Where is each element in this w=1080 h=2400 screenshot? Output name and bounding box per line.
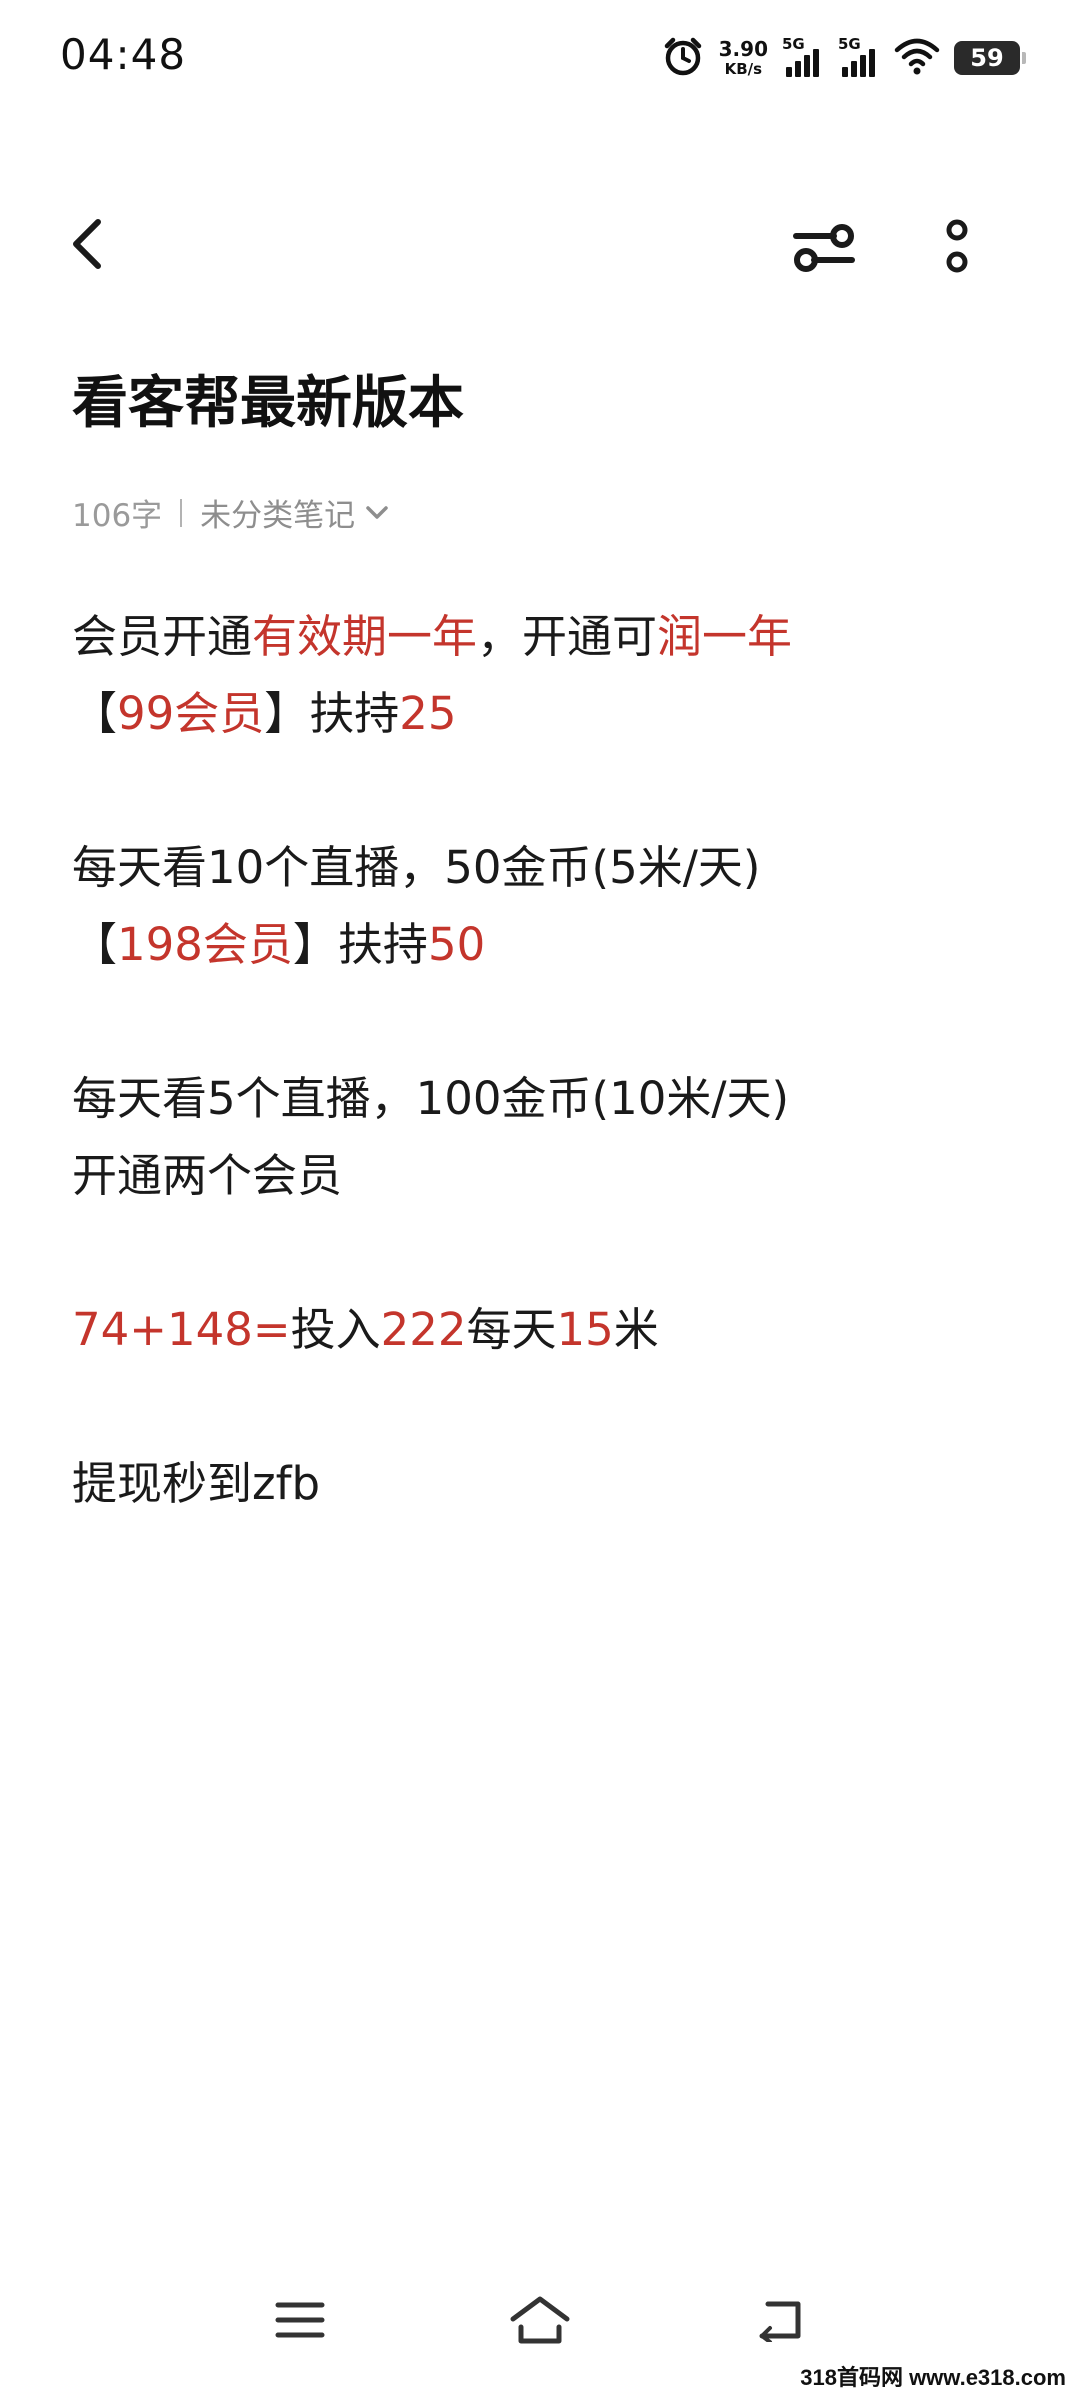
wifi-icon [894,36,940,80]
recent-apps-button[interactable] [250,2270,350,2370]
text-segment: 【 [72,687,118,740]
body-line: 每天看10个直播，50金币(5米/天) [72,829,1012,906]
signal-icon-2: 5G [838,35,880,81]
home-icon [510,2296,570,2344]
text-segment: 米 [613,1303,659,1356]
text-segment: 每天 [466,1303,557,1356]
system-nav-bar [0,2270,1080,2370]
highlight-segment: 润一年 [657,610,793,663]
highlight-segment: 25 [399,687,457,740]
battery-level: 59 [970,44,1004,72]
note-meta: 106字 未分类笔记 [72,490,389,535]
note-body[interactable]: 会员开通有效期一年，开通可润一年 【99会员】扶持25 每天看10个直播，50金… [72,598,1012,1522]
alarm-icon [661,34,705,82]
text-segment: 】扶持 [264,687,400,740]
note-title[interactable]: 看客帮最新版本 [72,370,464,437]
body-line: 会员开通有效期一年，开通可润一年 [72,598,1012,675]
text-segment: 每天看5个直播，100金币(10米/天) [72,1072,790,1125]
network-speed-unit: KB/s [724,60,763,78]
more-vertical-icon [946,219,968,273]
status-bar: 04:48 3.90 KB/s 5G 5G 59 [0,0,1080,110]
battery-icon: 59 [954,41,1026,75]
body-line: 【198会员】扶持50 [72,906,1012,983]
menu-icon [275,2302,325,2338]
network-speed-value: 3.90 [718,37,768,61]
signal-icon: 5G [782,35,824,81]
text-segment: 提现秒到zfb [72,1457,321,1510]
watermark: 318首码网 www.e318.com [800,2365,1066,2390]
back-nav-button[interactable] [730,2270,830,2370]
meta-divider [180,498,183,527]
home-button[interactable] [490,2270,590,2370]
category-dropdown[interactable]: 未分类笔记 [200,490,389,535]
body-line: 提现秒到zfb [72,1445,1012,1522]
status-icons: 3.90 KB/s 5G 5G 59 [661,30,1026,86]
text-segment: 开通两个会员 [72,1149,343,1202]
note-toolbar [0,190,1080,300]
body-line: 74+148=投入222每天15米 [72,1291,1012,1368]
highlight-segment: 50 [427,918,486,971]
text-segment: 【 [72,918,118,971]
highlight-segment: 99会员 [117,687,265,740]
highlight-segment: 有效期一年 [252,610,478,663]
back-button[interactable] [56,212,120,276]
text-format-button[interactable] [788,212,860,284]
category-label: 未分类笔记 [200,498,356,534]
word-count: 106字 [72,498,163,534]
body-line: 每天看5个直播，100金币(10米/天) [72,1060,1012,1137]
network-speed: 3.90 KB/s [719,39,768,77]
back-icon [759,2301,801,2342]
highlight-segment: 198会员 [117,918,293,971]
chevron-left-icon [73,219,101,269]
body-line: 【99会员】扶持25 [72,675,1012,752]
text-format-icon [793,224,855,272]
body-line: 开通两个会员 [72,1137,1012,1214]
highlight-segment: 15 [556,1303,614,1356]
text-segment: 投入 [290,1303,381,1356]
text-segment: 】扶持 [292,918,428,971]
highlight-segment: 74+148= [72,1303,291,1356]
highlight-segment: 222 [380,1303,467,1356]
text-segment: 会员开通 [72,610,253,663]
more-options-button[interactable] [925,212,989,284]
text-segment: 每天看10个直播，50金币(5米/天) [72,841,761,894]
status-time: 04:48 [60,30,187,79]
text-segment: ，开通可 [477,610,658,663]
chevron-down-icon [366,505,388,519]
